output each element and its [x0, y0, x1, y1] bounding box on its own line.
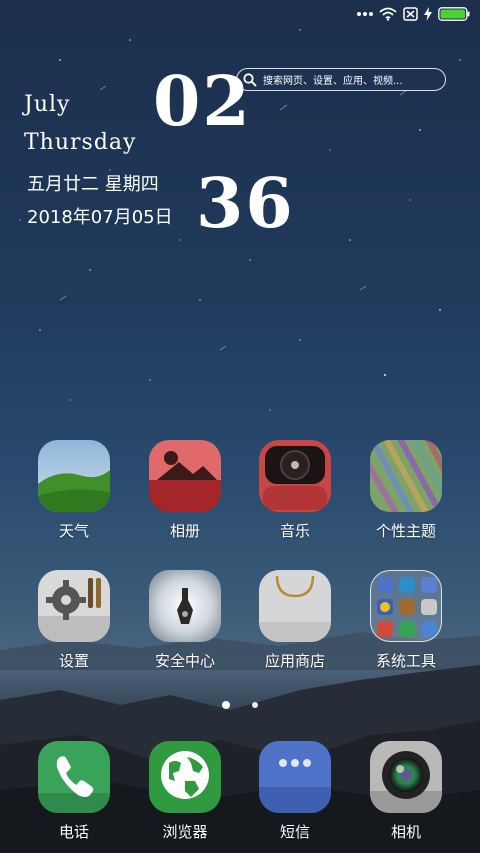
app-themes[interactable]: 个性主题 — [358, 440, 454, 541]
app-label: 个性主题 — [375, 522, 436, 540]
app-label: 设置 — [58, 652, 89, 670]
camera-icon — [370, 741, 442, 813]
app-label: 短信 — [279, 823, 310, 841]
search-placeholder: 搜索网页、设置、应用、视频... — [263, 76, 403, 87]
app-gallery[interactable]: 相册 — [137, 440, 233, 541]
app-label: 安全中心 — [154, 652, 215, 670]
music-icon — [259, 440, 331, 512]
widget-minute: 36 — [196, 164, 295, 244]
app-label: 音乐 — [279, 522, 310, 540]
app-label: 电话 — [58, 823, 89, 841]
widget-date: 2018年07月05日 — [27, 207, 173, 228]
system-tools-folder-icon — [370, 570, 442, 642]
search-bar[interactable]: 搜索网页、设置、应用、视频... — [236, 68, 446, 91]
themes-icon — [370, 440, 442, 512]
search-icon — [243, 72, 257, 87]
more-dots-icon — [357, 12, 373, 16]
app-store-icon — [259, 570, 331, 642]
security-icon — [149, 570, 221, 642]
charging-icon — [424, 7, 432, 21]
page-dot-1[interactable] — [222, 701, 230, 709]
widget-month: July — [24, 92, 71, 117]
settings-icon — [38, 570, 110, 642]
browser-icon — [149, 741, 221, 813]
no-sim-icon — [403, 7, 418, 21]
page-indicator[interactable] — [0, 701, 480, 709]
status-bar — [357, 5, 470, 23]
app-label: 相册 — [169, 522, 200, 540]
app-label: 系统工具 — [375, 652, 436, 670]
widget-weekday: Thursday — [24, 130, 137, 155]
battery-icon — [438, 7, 470, 21]
page-dot-2[interactable] — [252, 702, 258, 708]
dock-messages[interactable]: 短信 — [247, 741, 343, 842]
app-weather[interactable]: 天气 — [26, 440, 122, 541]
dock-browser[interactable]: 浏览器 — [137, 741, 233, 842]
app-label: 天气 — [58, 522, 89, 540]
widget-lunar-date: 五月廿二 星期四 — [27, 174, 159, 195]
wifi-icon — [379, 7, 397, 21]
app-settings[interactable]: 设置 — [26, 570, 122, 671]
dock-camera[interactable]: 相机 — [358, 741, 454, 842]
app-store[interactable]: 应用商店 — [247, 570, 343, 671]
app-label: 浏览器 — [162, 823, 208, 841]
dock-phone[interactable]: 电话 — [26, 741, 122, 842]
app-system-tools-folder[interactable]: 系统工具 — [358, 570, 454, 671]
home-screen: July Thursday 五月廿二 星期四 2018年07月05日 02 36… — [0, 0, 480, 853]
app-music[interactable]: 音乐 — [247, 440, 343, 541]
app-security[interactable]: 安全中心 — [137, 570, 233, 671]
app-label: 应用商店 — [264, 652, 325, 670]
gallery-icon — [149, 440, 221, 512]
app-label: 相机 — [390, 823, 421, 841]
weather-icon — [38, 440, 110, 512]
messages-icon — [259, 741, 331, 813]
phone-icon — [38, 741, 110, 813]
